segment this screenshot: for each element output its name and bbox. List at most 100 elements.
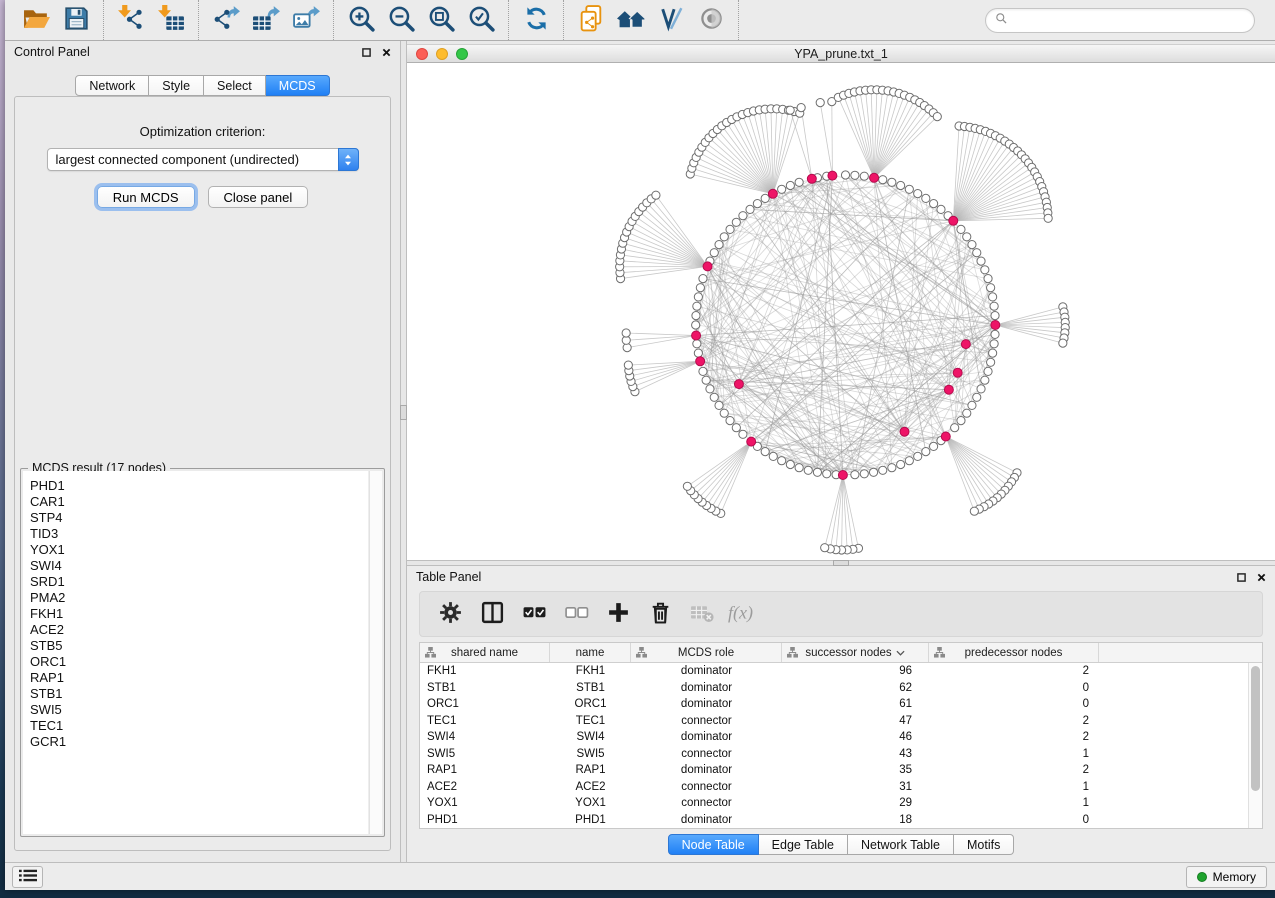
- mcds-result-item[interactable]: STB5: [30, 638, 368, 654]
- open-file-button[interactable]: [16, 3, 56, 37]
- network-window-titlebar: YPA_prune.txt_1: [407, 44, 1275, 63]
- open-home-button[interactable]: [611, 3, 651, 37]
- table-row[interactable]: SWI5SWI5connector431: [420, 746, 1248, 763]
- table-cell: 1: [929, 781, 1099, 793]
- mcds-result-item[interactable]: YOX1: [30, 542, 368, 558]
- mcds-result-item[interactable]: PMA2: [30, 590, 368, 606]
- import-table-button[interactable]: [151, 3, 191, 37]
- settings-gear-button[interactable]: [432, 595, 468, 633]
- vertical-splitter-grip[interactable]: [400, 405, 407, 420]
- float-panel-button[interactable]: [362, 48, 371, 57]
- mcds-result-item[interactable]: ORC1: [30, 654, 368, 670]
- select-all-button[interactable]: [516, 595, 552, 633]
- tab-style[interactable]: Style: [149, 75, 204, 96]
- table-row[interactable]: ACE2ACE2connector311: [420, 779, 1248, 796]
- add-row-button[interactable]: [600, 595, 636, 633]
- table-scrollbar[interactable]: [1248, 663, 1262, 828]
- export-table-button[interactable]: [246, 3, 286, 37]
- mcds-result-item[interactable]: TID3: [30, 526, 368, 542]
- add-row-icon: [606, 600, 631, 628]
- table-row[interactable]: RAP1RAP1dominator352: [420, 762, 1248, 779]
- memory-label: Memory: [1213, 870, 1256, 884]
- mcds-result-item[interactable]: SWI4: [30, 558, 368, 574]
- table-row[interactable]: ORC1ORC1dominator610: [420, 696, 1248, 713]
- mcds-result-item[interactable]: SRD1: [30, 574, 368, 590]
- column-header-name[interactable]: name: [550, 643, 631, 662]
- close-panel-button[interactable]: [382, 48, 391, 57]
- criterion-dropdown[interactable]: largest connected component (undirected): [47, 148, 359, 171]
- control-panel-header: Control Panel: [5, 41, 400, 63]
- window-minimize-button[interactable]: [436, 48, 448, 60]
- vertical-splitter[interactable]: [400, 41, 407, 862]
- attribute-tree-icon: [425, 647, 436, 661]
- mcds-result-item[interactable]: TEC1: [30, 718, 368, 734]
- export-image-button[interactable]: [286, 3, 326, 37]
- column-header-predecessor-nodes[interactable]: predecessor nodes: [929, 643, 1099, 662]
- toolbar-group: [9, 0, 104, 40]
- table-scrollbar-thumb[interactable]: [1251, 666, 1260, 791]
- table-row[interactable]: FKH1FKH1dominator962: [420, 663, 1248, 680]
- mcds-result-item[interactable]: PHD1: [30, 478, 368, 494]
- table-row[interactable]: SWI4SWI4dominator462: [420, 729, 1248, 746]
- run-mcds-button[interactable]: Run MCDS: [97, 186, 195, 208]
- table-cell: ACE2: [550, 781, 631, 793]
- table-row[interactable]: PHD1PHD1dominator180: [420, 812, 1248, 829]
- mcds-result-item[interactable]: FKH1: [30, 606, 368, 622]
- mcds-result-item[interactable]: STP4: [30, 510, 368, 526]
- zoom-in-button[interactable]: [341, 3, 381, 37]
- task-history-button[interactable]: [12, 866, 43, 888]
- tab-node-table[interactable]: Node Table: [668, 834, 759, 855]
- table-row[interactable]: STB1STB1dominator620: [420, 680, 1248, 697]
- table-row[interactable]: YOX1YOX1connector291: [420, 795, 1248, 812]
- tab-mcds[interactable]: MCDS: [266, 75, 330, 96]
- memory-button[interactable]: Memory: [1186, 866, 1267, 888]
- graphics-details-button[interactable]: [651, 3, 691, 37]
- tab-network-table[interactable]: Network Table: [848, 834, 954, 855]
- table-cell: 96: [782, 665, 929, 677]
- column-label: successor nodes: [805, 647, 891, 659]
- mcds-result-item[interactable]: SWI5: [30, 702, 368, 718]
- column-header-MCDS-role[interactable]: MCDS role: [631, 643, 782, 662]
- tab-motifs[interactable]: Motifs: [954, 834, 1014, 855]
- table-cell: RAP1: [550, 764, 631, 776]
- network-view-canvas[interactable]: [407, 63, 1275, 560]
- mcds-result-item[interactable]: CAR1: [30, 494, 368, 510]
- network-graph[interactable]: [407, 63, 1275, 560]
- table-cell: YOX1: [420, 797, 550, 809]
- mcds-result-item[interactable]: GCR1: [30, 734, 368, 750]
- tab-select[interactable]: Select: [204, 75, 266, 96]
- import-network-button[interactable]: [111, 3, 151, 37]
- zoom-fit-button[interactable]: [421, 3, 461, 37]
- mcds-result-list[interactable]: PHD1CAR1STP4TID3YOX1SWI4SRD1PMA2FKH1ACE2…: [23, 471, 369, 834]
- window-close-button[interactable]: [416, 48, 428, 60]
- column-header-successor-nodes[interactable]: successor nodes: [782, 643, 929, 662]
- result-list-scrollbar[interactable]: [369, 471, 382, 834]
- table-cell: 1: [929, 748, 1099, 760]
- search-input[interactable]: [1008, 11, 1254, 31]
- refresh-layout-button[interactable]: [516, 3, 556, 37]
- close-panel-action-button[interactable]: Close panel: [208, 186, 309, 208]
- tab-edge-table[interactable]: Edge Table: [759, 834, 848, 855]
- zoom-out-button[interactable]: [381, 3, 421, 37]
- window-zoom-button[interactable]: [456, 48, 468, 60]
- table-cell: dominator: [631, 682, 782, 694]
- table-float-panel-button[interactable]: [1237, 573, 1246, 582]
- zoom-selected-button[interactable]: [461, 3, 501, 37]
- export-network-button[interactable]: [206, 3, 246, 37]
- table-row[interactable]: TEC1TEC1connector472: [420, 713, 1248, 730]
- column-layout-button[interactable]: [474, 595, 510, 633]
- table-close-panel-button[interactable]: [1257, 573, 1266, 582]
- table-cell: ACE2: [420, 781, 550, 793]
- deselect-all-icon: [564, 600, 589, 628]
- mcds-result-item[interactable]: STB1: [30, 686, 368, 702]
- save-session-button[interactable]: [56, 3, 96, 37]
- share-document-button[interactable]: [571, 3, 611, 37]
- tab-network[interactable]: Network: [75, 75, 149, 96]
- delete-row-button[interactable]: [642, 595, 678, 633]
- mcds-result-item[interactable]: RAP1: [30, 670, 368, 686]
- table-cell: SWI5: [420, 748, 550, 760]
- search-icon: [995, 12, 1008, 30]
- deselect-all-button[interactable]: [558, 595, 594, 633]
- column-header-shared-name[interactable]: shared name: [420, 643, 550, 662]
- mcds-result-item[interactable]: ACE2: [30, 622, 368, 638]
